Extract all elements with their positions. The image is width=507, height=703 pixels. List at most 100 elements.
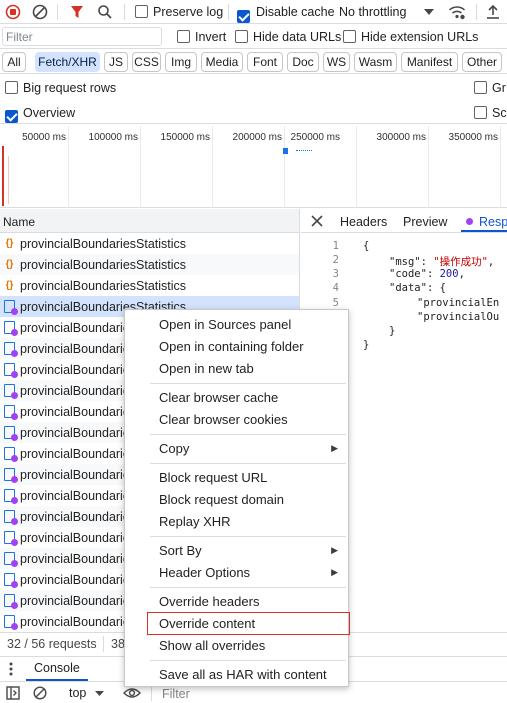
type-fetch-xhr-button[interactable]: Fetch/XHR xyxy=(35,52,100,72)
type-doc-button[interactable]: Doc xyxy=(287,52,319,72)
close-icon[interactable] xyxy=(309,213,325,229)
active-tab-underline xyxy=(461,230,507,232)
big-request-rows-checkbox[interactable] xyxy=(5,81,18,94)
filter-input[interactable]: Filter xyxy=(2,27,162,46)
line-number: 3 xyxy=(332,268,339,280)
timeline-tick-label: 50000 ms xyxy=(22,132,66,143)
menu-open-new-tab[interactable]: Open in new tab xyxy=(125,358,348,379)
xhr-request-icon xyxy=(4,447,18,462)
timeline-tick-label: 300000 ms xyxy=(376,132,426,143)
console-filter-input[interactable]: Filter xyxy=(162,687,190,701)
search-icon[interactable] xyxy=(96,3,114,21)
type-img-button[interactable]: Img xyxy=(165,52,197,72)
menu-override-content[interactable]: Override content xyxy=(125,612,350,635)
type-wasm-button[interactable]: Wasm xyxy=(354,52,397,72)
xhr-request-icon xyxy=(4,594,18,609)
menu-copy[interactable]: Copy ▶ xyxy=(125,438,348,459)
menu-override-headers[interactable]: Override headers xyxy=(125,591,348,612)
code-line: "code": 200, xyxy=(389,268,465,280)
hide-extension-urls-label: Hide extension URLs xyxy=(361,30,479,44)
menu-save-all-har[interactable]: Save all as HAR with content xyxy=(125,664,348,685)
tab-headers[interactable]: Headers xyxy=(340,215,387,229)
eye-icon[interactable] xyxy=(122,685,142,701)
clear-icon[interactable] xyxy=(31,3,49,21)
context-select[interactable]: top xyxy=(69,686,86,700)
disable-cache-checkbox[interactable] xyxy=(237,10,250,23)
menu-open-containing-folder[interactable]: Open in containing folder xyxy=(125,336,348,357)
screenshots-checkbox[interactable] xyxy=(474,106,487,119)
type-manifest-button[interactable]: Manifest xyxy=(401,52,458,72)
clear-console-icon[interactable] xyxy=(32,685,48,701)
type-ws-button[interactable]: WS xyxy=(323,52,350,72)
xhr-request-icon xyxy=(4,510,18,525)
tab-preview[interactable]: Preview xyxy=(403,215,447,229)
request-row[interactable]: {} provincialBoundariesStatistics xyxy=(0,254,299,275)
line-number: 5 xyxy=(332,297,339,309)
json-key: "data" xyxy=(389,282,427,294)
type-media-button[interactable]: Media xyxy=(201,52,243,72)
fetch-request-icon: {} xyxy=(5,259,14,270)
timeline-activity xyxy=(8,156,9,204)
throttling-select[interactable]: No throttling xyxy=(339,5,406,19)
filter-toolbar: Filter Invert Hide data URLs Hide extens… xyxy=(0,25,507,49)
drawer-menu-icon[interactable] xyxy=(6,661,16,677)
overview-checkbox[interactable] xyxy=(5,110,18,123)
sidebar-toggle-icon[interactable] xyxy=(5,685,21,701)
hide-extension-urls-checkbox[interactable] xyxy=(343,30,356,43)
request-name: provincialBoundaries xyxy=(20,362,137,377)
details-tabs: Headers Preview Resp xyxy=(301,209,507,233)
timeline-tick-label: 150000 ms xyxy=(160,132,210,143)
stop-recording-icon[interactable] xyxy=(4,3,22,21)
hide-data-urls-label: Hide data URLs xyxy=(253,30,342,44)
code-line: } xyxy=(363,339,370,351)
type-other-button[interactable]: Other xyxy=(462,52,502,72)
request-name: provincialBoundaries xyxy=(20,614,137,629)
menu-sort-by[interactable]: Sort By ▶ xyxy=(125,540,348,561)
menu-show-all-overrides[interactable]: Show all overrides xyxy=(125,635,348,656)
xhr-request-icon xyxy=(4,363,18,378)
type-font-button[interactable]: Font xyxy=(247,52,283,72)
timeline-overview[interactable]: 50000 ms 100000 ms 150000 ms 200000 ms 2… xyxy=(0,126,507,208)
request-name: provincialBoundaries xyxy=(20,509,137,524)
hide-data-urls-checkbox[interactable] xyxy=(235,30,248,43)
xhr-request-icon xyxy=(4,321,18,336)
menu-open-in-sources[interactable]: Open in Sources panel xyxy=(125,314,348,335)
menu-item-label: Copy xyxy=(159,441,190,456)
xhr-request-icon xyxy=(4,468,18,483)
type-js-button[interactable]: JS xyxy=(104,52,128,72)
request-name: provincialBoundaries xyxy=(20,446,137,461)
menu-clear-browser-cookies[interactable]: Clear browser cookies xyxy=(125,409,348,430)
group-by-frame-checkbox[interactable] xyxy=(474,81,487,94)
xhr-request-icon xyxy=(4,426,18,441)
type-css-button[interactable]: CSS xyxy=(132,52,161,72)
tab-response[interactable]: Resp xyxy=(479,215,507,229)
chevron-down-icon[interactable] xyxy=(94,688,104,698)
import-har-icon[interactable] xyxy=(485,3,501,21)
menu-clear-browser-cache[interactable]: Clear browser cache xyxy=(125,387,348,408)
preserve-log-checkbox[interactable] xyxy=(135,5,148,18)
timeline-tick-label: 350000 ms xyxy=(448,132,498,143)
menu-block-request-url[interactable]: Block request URL xyxy=(125,467,348,488)
timeline-gridline xyxy=(212,126,213,208)
request-row[interactable]: {} provincialBoundariesStatistics xyxy=(0,275,299,296)
fetch-request-icon: {} xyxy=(5,280,14,291)
network-conditions-icon[interactable] xyxy=(447,3,467,21)
type-all-button[interactable]: All xyxy=(2,52,26,72)
timeline-activity xyxy=(296,150,312,151)
name-column-header[interactable]: Name xyxy=(0,209,300,233)
options-row-2: Overview Sc xyxy=(0,102,507,124)
toolbar-divider xyxy=(151,685,152,701)
menu-header-options[interactable]: Header Options ▶ xyxy=(125,562,348,583)
chevron-down-icon[interactable] xyxy=(423,6,435,18)
toolbar-divider xyxy=(476,4,477,20)
filter-icon[interactable] xyxy=(68,3,86,21)
request-row[interactable]: {} provincialBoundariesStatistics xyxy=(0,233,299,254)
tab-console[interactable]: Console xyxy=(26,657,88,681)
menu-block-request-domain[interactable]: Block request domain xyxy=(125,489,348,510)
submenu-arrow-icon: ▶ xyxy=(331,567,338,577)
menu-replay-xhr[interactable]: Replay XHR xyxy=(125,511,348,532)
toolbar-divider xyxy=(228,4,229,20)
invert-checkbox[interactable] xyxy=(177,30,190,43)
timeline-tick-label: 200000 ms xyxy=(232,132,282,143)
xhr-request-icon xyxy=(4,384,18,399)
